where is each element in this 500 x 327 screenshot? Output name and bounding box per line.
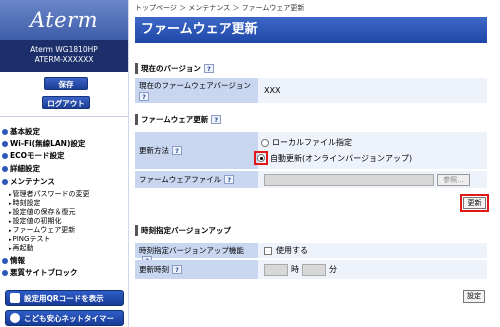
timer-icon bbox=[10, 313, 20, 323]
hour-input[interactable] bbox=[264, 263, 288, 276]
model-name: Aterm WG1810HP bbox=[30, 45, 98, 54]
row-update-method: 更新方法 ? ローカルファイル指定 自動更新(オンラインバージョンアップ) bbox=[135, 132, 487, 170]
nav-eco-settings[interactable]: ECOモード設定 bbox=[2, 150, 65, 161]
bullet-icon bbox=[2, 178, 8, 185]
sidebar: Aterm Aterm WG1810HP ATERM-XXXXXX 保存 ログア… bbox=[0, 0, 129, 327]
firmware-file-input[interactable] bbox=[264, 173, 434, 186]
minute-input[interactable] bbox=[302, 263, 326, 276]
logout-button[interactable]: ログアウト bbox=[42, 96, 90, 109]
update-time-label: 更新時刻 ? bbox=[135, 260, 258, 280]
current-version-value: XXX bbox=[258, 78, 487, 104]
scheduled-feature-field: 使用する bbox=[258, 243, 487, 259]
model-info: Aterm WG1810HP ATERM-XXXXXX bbox=[0, 40, 128, 72]
help-icon[interactable]: ? bbox=[203, 64, 214, 73]
help-icon[interactable]: ? bbox=[224, 175, 235, 184]
logo-area: Aterm bbox=[0, 0, 128, 40]
option-local-file[interactable]: ローカルファイル指定 bbox=[261, 137, 352, 148]
show-qr-code-button[interactable]: 設定用QRコードを表示 bbox=[5, 290, 124, 306]
help-icon[interactable]: ? bbox=[172, 146, 182, 155]
hour-unit: 時 bbox=[291, 265, 299, 274]
radio-highlight bbox=[254, 151, 268, 165]
update-button[interactable]: 更新 bbox=[463, 197, 486, 209]
update-time-field: 時 分 bbox=[258, 260, 487, 280]
aterm-logo: Aterm bbox=[29, 8, 99, 32]
nav-basic-settings[interactable]: 基本設定 bbox=[2, 126, 40, 137]
nav-malicious-site-block[interactable]: 悪質サイトブロック bbox=[2, 267, 78, 278]
firmware-file-label: ファームウェアファイル ? bbox=[135, 171, 258, 189]
current-version-label: 現在のファームウェアバージョン ? bbox=[135, 78, 258, 104]
qr-code-icon bbox=[10, 293, 20, 303]
nav-maintenance[interactable]: メンテナンス bbox=[2, 176, 55, 187]
device-id: ATERM-XXXXXX bbox=[34, 55, 94, 64]
update-button-highlight: 更新 bbox=[460, 194, 489, 212]
set-button[interactable]: 設定 bbox=[463, 290, 485, 303]
firmware-file-field: 参照... bbox=[258, 171, 487, 189]
bullet-icon bbox=[2, 128, 8, 135]
help-icon[interactable]: ? bbox=[211, 115, 222, 124]
bullet-icon bbox=[2, 152, 8, 159]
radio-auto-update[interactable] bbox=[257, 154, 265, 162]
breadcrumb: トップページ ＞ メンテナンス ＞ ファームウェア更新 bbox=[135, 4, 305, 12]
option-auto-update[interactable]: 自動更新(オンラインバージョンアップ) bbox=[254, 151, 412, 165]
minute-unit: 分 bbox=[329, 265, 337, 274]
radio-local-file[interactable] bbox=[261, 138, 269, 147]
section-current-version: 現在のバージョン ? bbox=[135, 63, 214, 74]
section-firmware-update: ファームウェア更新 ? bbox=[135, 114, 222, 125]
row-scheduled-feature: 時刻指定バージョンアップ機能 ? 使用する bbox=[135, 243, 487, 265]
scheduled-feature-label: 時刻指定バージョンアップ機能 ? bbox=[135, 243, 258, 265]
bullet-icon bbox=[2, 165, 8, 172]
row-current-version: 現在のファームウェアバージョン ? XXX bbox=[135, 78, 487, 104]
section-scheduled-update: 時刻指定バージョンアップ bbox=[135, 225, 231, 236]
help-icon[interactable]: ? bbox=[172, 265, 182, 274]
kids-net-timer-button[interactable]: こども安心ネットタイマー bbox=[5, 310, 124, 326]
bullet-icon bbox=[2, 269, 8, 276]
nav-advanced-settings[interactable]: 詳細設定 bbox=[2, 163, 40, 174]
update-method-label: 更新方法 ? bbox=[135, 132, 258, 170]
bullet-icon bbox=[2, 257, 8, 264]
help-icon[interactable]: ? bbox=[139, 91, 149, 101]
use-checkbox[interactable] bbox=[264, 246, 272, 255]
row-firmware-file: ファームウェアファイル ? 参照... bbox=[135, 171, 487, 189]
save-button[interactable]: 保存 bbox=[44, 77, 88, 90]
page-title: ファームウェア更新 bbox=[135, 17, 487, 43]
row-update-time: 更新時刻 ? 時 分 bbox=[135, 260, 487, 280]
browse-button[interactable]: 参照... bbox=[437, 173, 470, 186]
use-label: 使用する bbox=[276, 246, 308, 255]
bullet-icon bbox=[2, 140, 8, 147]
nav-info[interactable]: 情報 bbox=[2, 255, 25, 266]
update-method-options: ローカルファイル指定 自動更新(オンラインバージョンアップ) bbox=[254, 132, 487, 170]
sidebar-buttons: 保存 ログアウト bbox=[0, 72, 128, 117]
main-content: トップページ ＞ メンテナンス ＞ ファームウェア更新 ファームウェア更新 現在… bbox=[135, 0, 498, 327]
nav-wifi-settings[interactable]: Wi-Fi(無線LAN)設定 bbox=[2, 138, 85, 149]
nav-sub-reboot[interactable]: 再起動 bbox=[9, 243, 34, 253]
